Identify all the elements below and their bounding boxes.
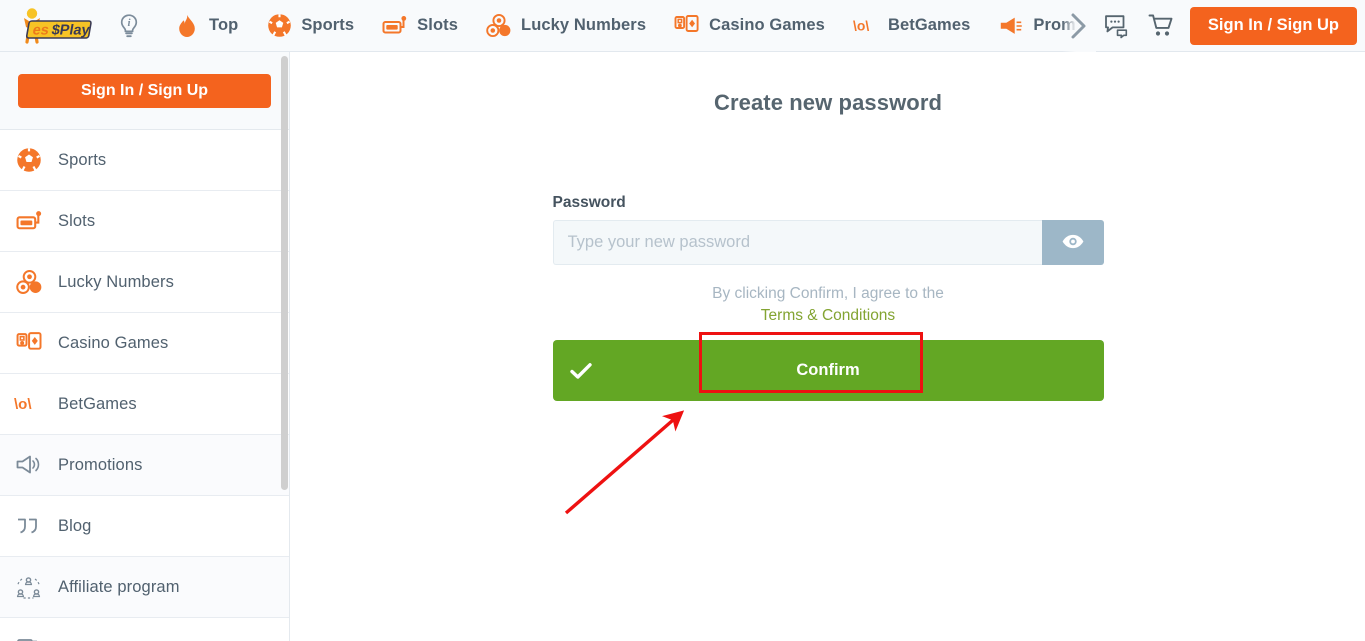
sidebar-item-blog[interactable]: Blog <box>0 496 289 557</box>
sidebar-item-label: Promotions <box>58 455 143 474</box>
betgames-icon: \o\ <box>853 13 879 39</box>
sidebar-signin-area: Sign In / Sign Up <box>0 52 289 130</box>
confirm-button-label: Confirm <box>796 361 860 379</box>
sidebar-item-label: Slots <box>58 211 96 230</box>
sidebar-scrollbar[interactable] <box>281 56 288 490</box>
sidebar-item-label: Affiliate program <box>58 577 180 596</box>
sidebar-item-sports[interactable]: Sports <box>0 130 289 191</box>
password-input[interactable] <box>552 220 1042 265</box>
casino-cards-icon <box>674 13 700 39</box>
nav-item-label: BetGames <box>887 16 971 34</box>
toggle-password-visibility-button[interactable] <box>1041 220 1104 265</box>
lucky-balls-icon <box>486 13 512 39</box>
eye-icon <box>1061 233 1085 253</box>
svg-text:\o\: \o\ <box>853 17 869 33</box>
slot-machine-icon <box>14 206 44 236</box>
sidebar-item-label: Blog <box>58 516 92 535</box>
nav-item-label: Top <box>209 16 239 34</box>
nav-item-label: Slots <box>417 16 459 34</box>
terms-and-conditions-link[interactable]: Terms & Conditions <box>761 307 895 324</box>
svg-text:i: i <box>127 17 131 29</box>
lucky-balls-icon <box>14 267 44 297</box>
nav-item-slots[interactable]: Slots <box>368 0 472 52</box>
header-actions: Sign In / Sign Up <box>1096 4 1357 48</box>
slot-machine-icon <box>382 13 408 39</box>
check-icon <box>569 362 592 380</box>
header-nav-list: Top Sports Slots Lucky Numbers Casino Ga… <box>160 0 1096 52</box>
svg-text:$Play: $Play <box>50 22 92 38</box>
shopping-cart-icon[interactable] <box>1140 4 1184 48</box>
affiliate-network-icon <box>14 572 44 602</box>
flame-icon <box>174 13 200 39</box>
nav-item-label: Sports <box>301 16 355 34</box>
password-input-row <box>552 220 1104 265</box>
left-sidebar: Sign In / Sign Up Sports Slots Lucky Num… <box>0 52 290 641</box>
chat-bubbles-icon[interactable] <box>1096 4 1140 48</box>
page-title: Create new password <box>713 90 943 115</box>
nav-item-label: Casino Games <box>709 16 825 34</box>
svg-text:\o\: \o\ <box>14 396 32 413</box>
password-label: Password <box>552 194 626 211</box>
yesplay-logo[interactable]: es $Play <box>10 6 102 46</box>
terms-prefix: By clicking Confirm, I agree to the <box>712 285 944 302</box>
nav-item-betgames[interactable]: \o\ BetGames <box>839 0 984 52</box>
svg-text:es: es <box>31 22 50 38</box>
sidebar-item-label: Sports <box>58 150 107 169</box>
sidebar-item-label: BetGames <box>58 394 137 413</box>
soccer-ball-icon <box>266 13 292 39</box>
sidebar-item-casino-games[interactable]: Casino Games <box>0 313 289 374</box>
main-content: Create new password Password Type your n… <box>291 52 1365 641</box>
sidebar-item-slots[interactable]: Slots <box>0 191 289 252</box>
page-root: es $Play i Top Sports Slots Lucky Number… <box>0 0 1365 641</box>
create-password-form: Password By clicking Confirm, I ag <box>552 116 1104 401</box>
sidebar-item-label: Casino Games <box>58 333 169 352</box>
nav-item-label: Lucky Numbers <box>521 16 647 34</box>
nav-item-lucky-numbers[interactable]: Lucky Numbers <box>472 0 660 52</box>
chevron-right-icon <box>1071 13 1086 38</box>
sidebar-item-lucky-numbers[interactable]: Lucky Numbers <box>0 252 289 313</box>
sidebar-item-betgames[interactable]: \o\ BetGames <box>0 374 289 435</box>
top-header: es $Play i Top Sports Slots Lucky Number… <box>0 0 1365 52</box>
quotes-icon <box>14 511 44 541</box>
nav-scroll-next-button[interactable] <box>1061 0 1096 52</box>
nav-item-sports[interactable]: Sports <box>252 0 368 52</box>
info-bulb-icon[interactable]: i <box>112 9 146 43</box>
megaphone-icon <box>998 13 1024 39</box>
confirm-button[interactable]: Confirm <box>552 340 1104 401</box>
betgames-icon: \o\ <box>14 389 44 419</box>
sidebar-item-affiliate-program[interactable]: Affiliate program <box>0 557 289 618</box>
partial-icon <box>14 633 44 641</box>
megaphone-outline-icon <box>14 450 44 480</box>
nav-item-casino-games[interactable]: Casino Games <box>660 0 839 52</box>
sidebar-signin-button[interactable]: Sign In / Sign Up <box>18 73 271 108</box>
soccer-ball-icon <box>14 145 44 175</box>
sidebar-item-promotions[interactable]: Promotions <box>0 435 289 496</box>
terms-notice: By clicking Confirm, I agree to the Term… <box>553 283 1104 327</box>
header-signin-button[interactable]: Sign In / Sign Up <box>1189 6 1357 45</box>
nav-item-top[interactable]: Top <box>160 0 252 52</box>
sidebar-item-label: Lucky Numbers <box>58 272 174 291</box>
casino-cards-icon <box>14 328 44 358</box>
sidebar-item-partial[interactable] <box>0 618 289 641</box>
